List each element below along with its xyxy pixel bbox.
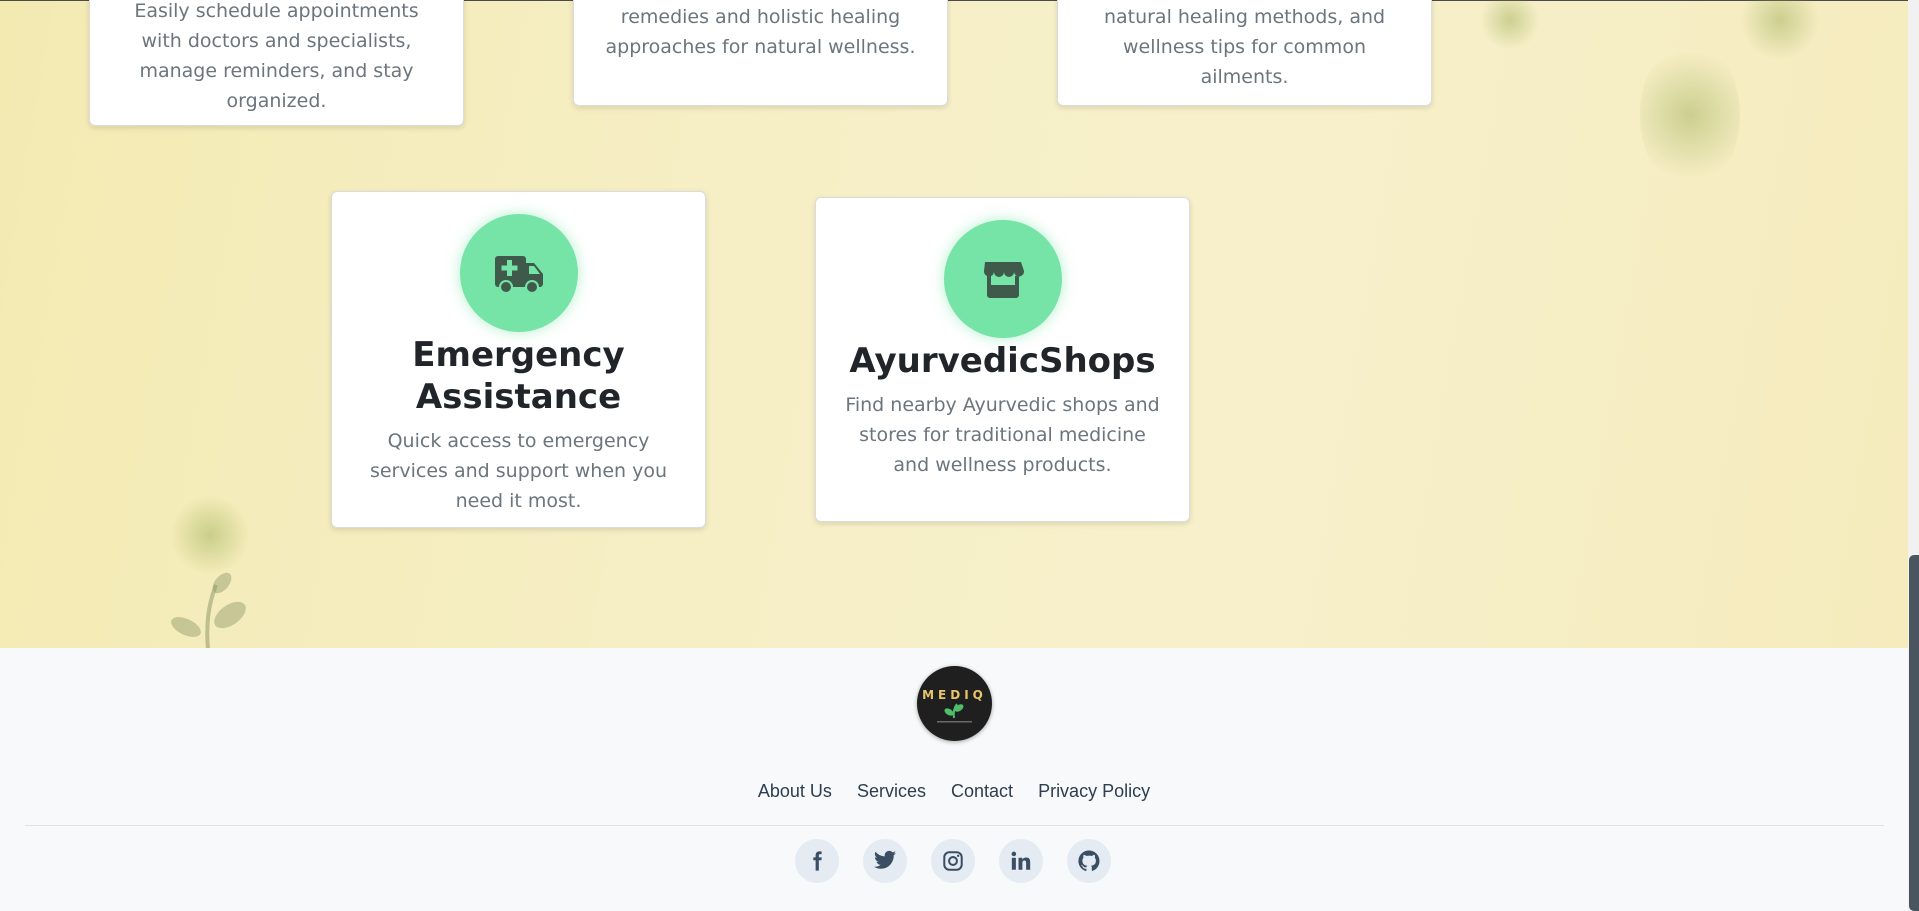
instagram-link[interactable] [931,839,975,883]
footer-link-services[interactable]: Services [857,781,926,801]
services-section: Easily schedule appointments with doctor… [0,0,1908,648]
card-title: AyurvedicShops [849,341,1156,381]
card-description: natural healing methods, and wellness ti… [1103,6,1386,88]
page: Easily schedule appointments with doctor… [0,0,1919,911]
scrollbar-thumb[interactable] [1909,555,1919,911]
twitter-icon [874,850,896,869]
card-description: Quick access to emergency services and s… [369,430,668,512]
service-card-appointments[interactable]: Easily schedule appointments with doctor… [89,0,464,126]
twitter-link[interactable] [863,839,907,883]
card-title: Emergency Assistance [412,335,625,417]
facebook-icon [813,851,822,871]
card-icon-circle [943,220,1062,338]
footer-link-about[interactable]: About Us [758,781,832,801]
ambulance-icon [494,256,543,294]
mediq-logo[interactable]: MEDIQ [917,666,992,741]
svg-text:MEDIQ: MEDIQ [922,688,987,702]
service-card-remedies[interactable]: remedies and holistic healing approaches… [573,0,948,106]
logo-graphic: MEDIQ [922,688,987,723]
background-leaf [1740,0,1820,60]
background-leaf [1480,0,1540,50]
footer: MEDIQ About Us Services Contact Privacy … [0,648,1908,911]
card-description: Find nearby Ayurvedic shops and stores f… [845,394,1160,476]
linkedin-icon [1011,851,1031,870]
service-card-healing[interactable]: natural healing methods, and wellness ti… [1057,0,1432,106]
github-icon [1078,850,1100,872]
footer-divider [25,825,1884,826]
card-description: remedies and holistic healing approaches… [605,6,916,58]
card-description: Easily schedule appointments with doctor… [134,0,419,112]
service-card-ayurvedic-shops[interactable]: AyurvedicShops Find nearby Ayurvedic sho… [815,197,1190,522]
service-card-emergency[interactable]: Emergency Assistance Quick access to eme… [331,191,706,528]
instagram-icon [943,851,963,871]
github-link[interactable] [1067,839,1111,883]
store-icon [983,262,1024,298]
background-leaf [1640,40,1740,190]
card-icon-circle [459,214,578,332]
footer-link-contact[interactable]: Contact [951,781,1013,801]
facebook-link[interactable] [795,839,839,883]
social-links [795,839,1111,883]
footer-nav: About Us Services Contact Privacy Policy [0,781,1908,802]
footer-link-privacy[interactable]: Privacy Policy [1038,781,1150,801]
background-leaf [170,495,250,575]
linkedin-link[interactable] [999,839,1043,883]
plant-decoration [171,572,246,648]
